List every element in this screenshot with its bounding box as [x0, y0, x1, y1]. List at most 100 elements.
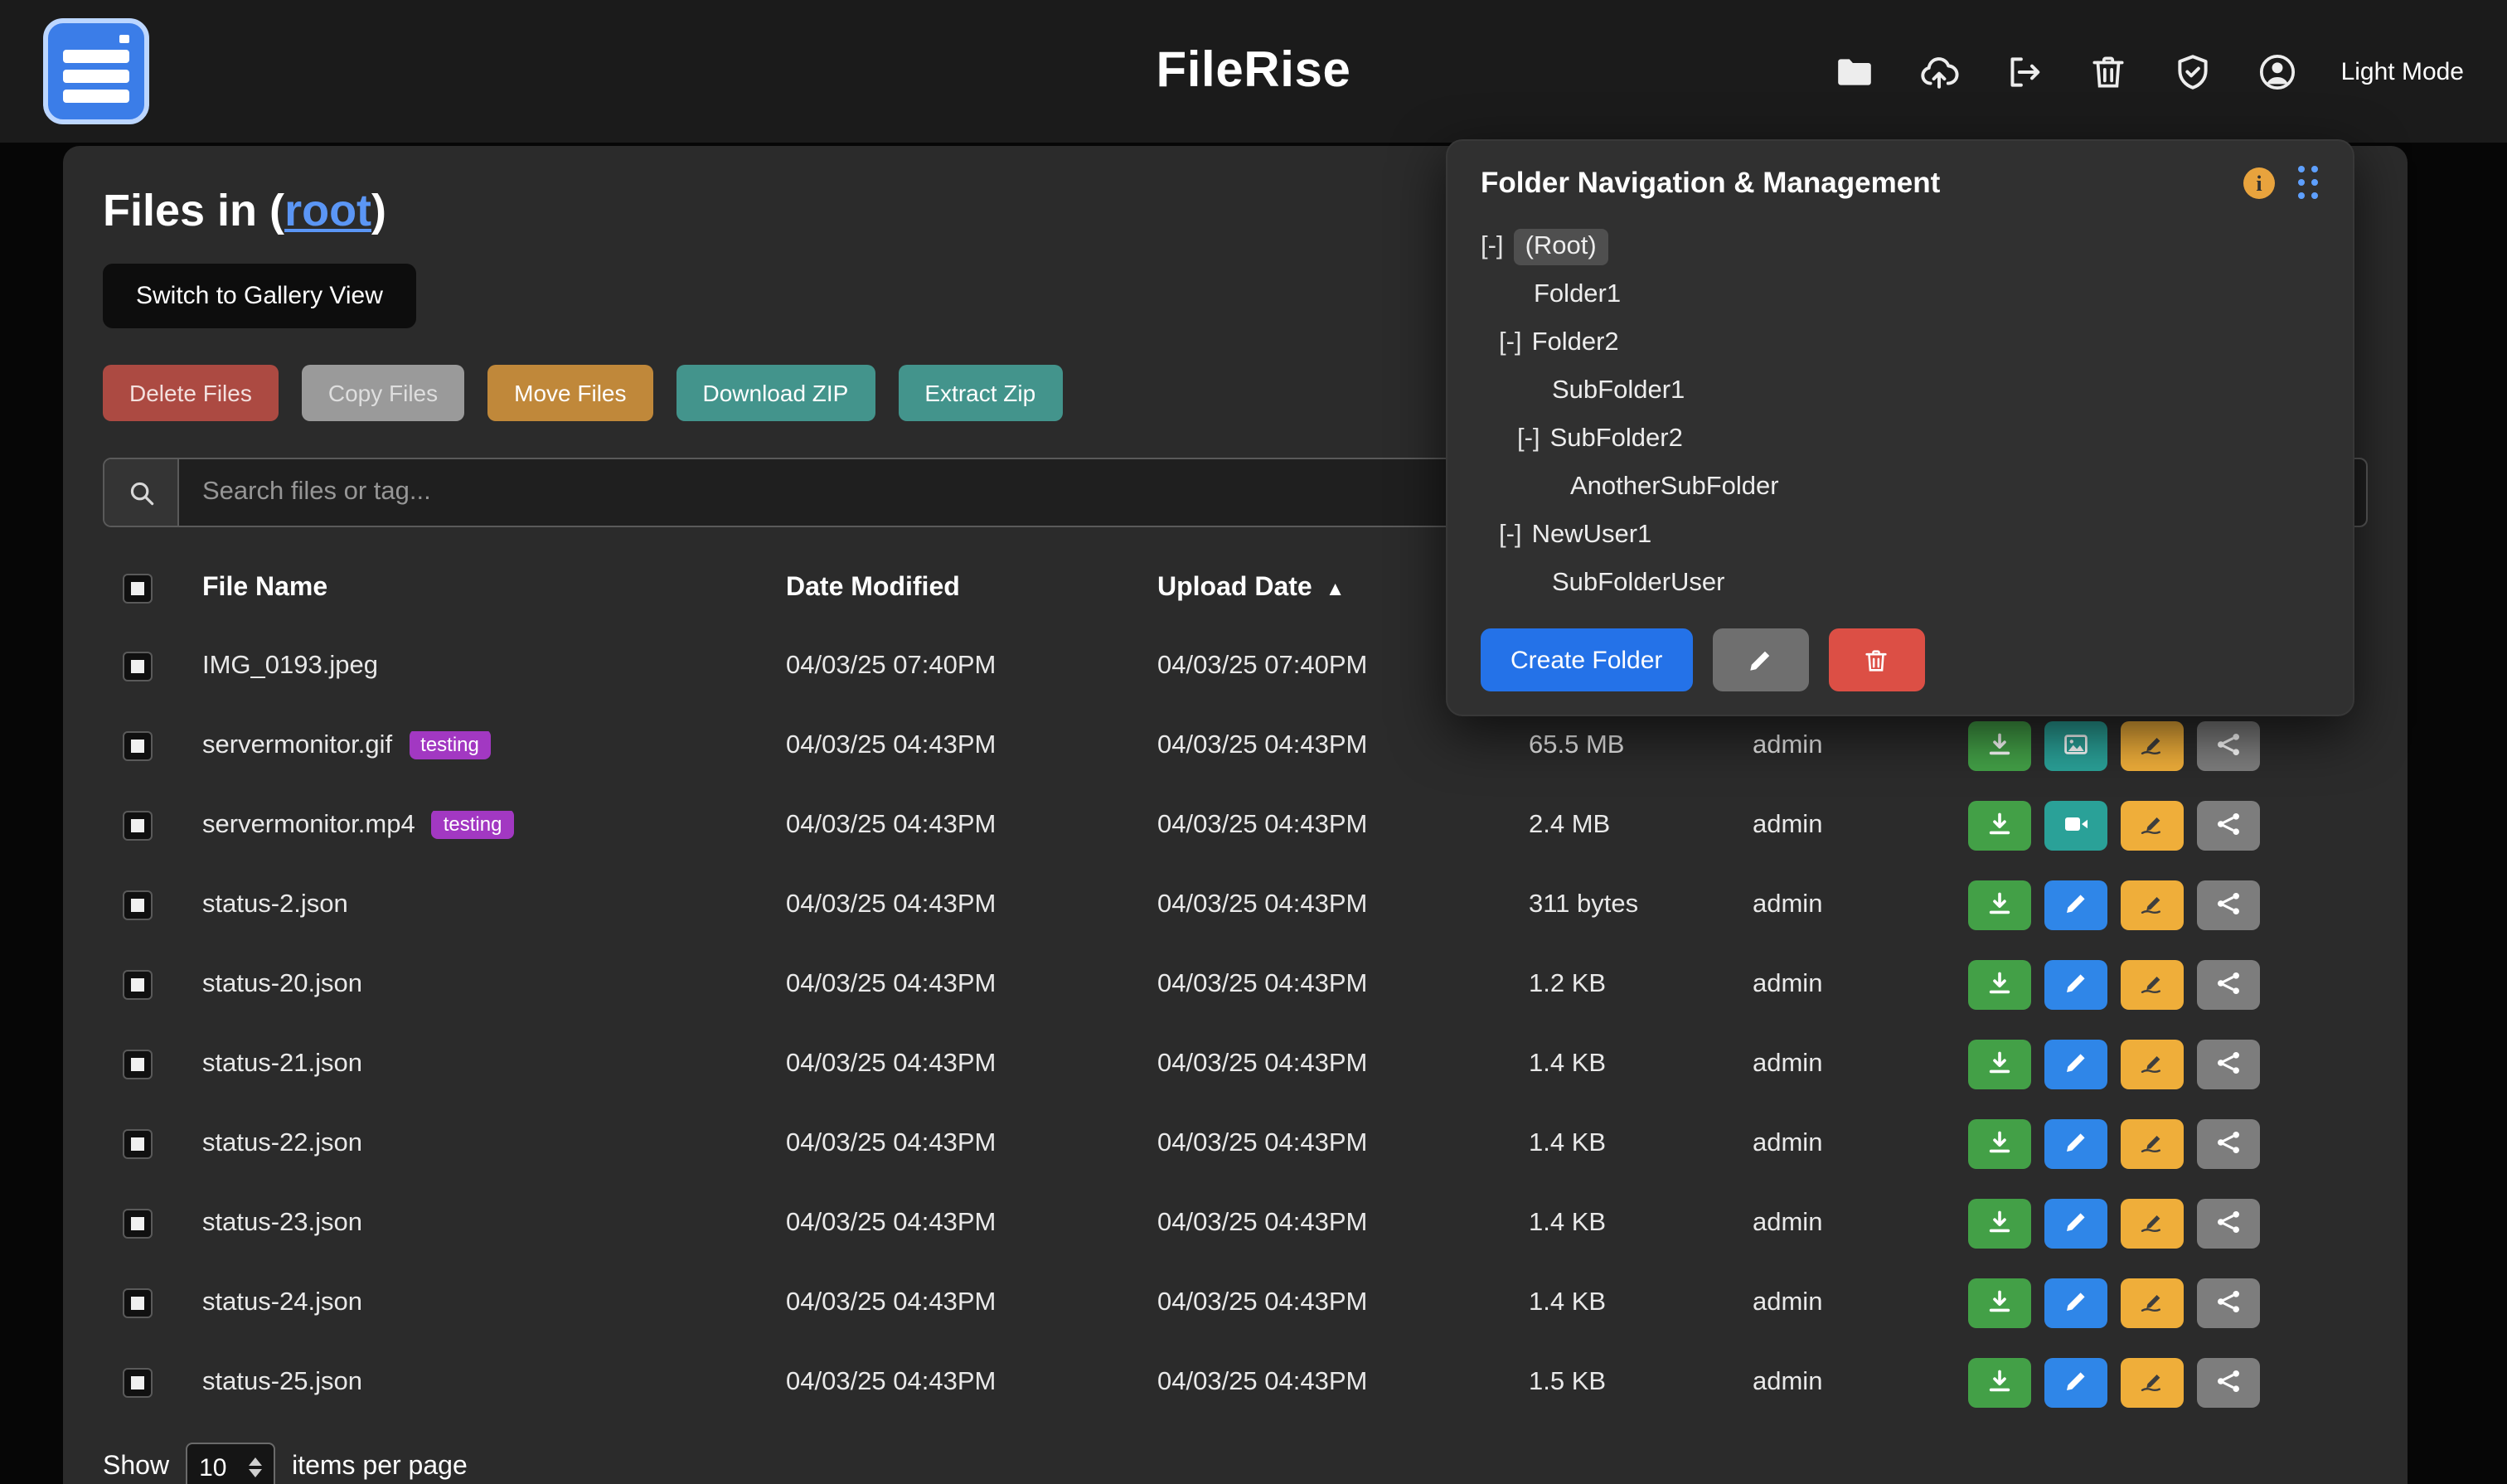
select-all-checkbox[interactable]: [123, 574, 153, 604]
share-button[interactable]: [2197, 880, 2260, 930]
row-checkbox[interactable]: [123, 1050, 153, 1079]
folder-tree-item[interactable]: [-] (Root): [1481, 222, 2320, 270]
edit-button[interactable]: [2044, 1278, 2107, 1328]
folder-tree-item[interactable]: Folder1: [1481, 270, 2320, 318]
folder-name[interactable]: SubFolder2: [1550, 424, 1683, 453]
edit-icon: [2063, 969, 2089, 1001]
folder-name[interactable]: (Root): [1514, 228, 1608, 264]
column-date-modified[interactable]: Date Modified: [786, 574, 1157, 604]
rename-button[interactable]: [2121, 1358, 2184, 1408]
file-name: servermonitor.mp4: [202, 811, 415, 839]
row-checkbox[interactable]: [123, 1129, 153, 1159]
share-button[interactable]: [2197, 1278, 2260, 1328]
file-name: status-20.json: [202, 970, 362, 998]
copy-files-button[interactable]: Copy Files: [302, 365, 464, 421]
folder-name[interactable]: AnotherSubFolder: [1570, 472, 1779, 502]
download-button[interactable]: [1968, 1040, 2031, 1089]
download-button[interactable]: [1968, 960, 2031, 1010]
share-button[interactable]: [2197, 1199, 2260, 1249]
folder-button[interactable]: [1834, 51, 1875, 92]
folder-name[interactable]: Folder2: [1532, 327, 1619, 357]
column-file-name[interactable]: File Name: [202, 574, 786, 604]
share-button[interactable]: [2197, 1119, 2260, 1169]
rename-button[interactable]: [2121, 1278, 2184, 1328]
share-button[interactable]: [2197, 960, 2260, 1010]
folder-tree-item[interactable]: AnotherSubFolder: [1481, 463, 2320, 511]
delete-folder-button[interactable]: [1828, 628, 1924, 691]
edit-button[interactable]: [2044, 880, 2107, 930]
folder-name[interactable]: NewUser1: [1532, 520, 1652, 550]
share-button[interactable]: [2197, 1358, 2260, 1408]
edit-icon: [2063, 1288, 2089, 1319]
download-button[interactable]: [1968, 721, 2031, 771]
download-button[interactable]: [1968, 1358, 2031, 1408]
sign-out-button[interactable]: [2003, 51, 2044, 92]
trash-button[interactable]: [2088, 51, 2129, 92]
table-row: status-20.json04/03/25 04:43PM04/03/25 0…: [103, 945, 2368, 1025]
edit-button[interactable]: [2044, 1119, 2107, 1169]
row-checkbox[interactable]: [123, 970, 153, 1000]
cloud-upload-button[interactable]: [1918, 51, 1960, 92]
row-checkbox[interactable]: [123, 1288, 153, 1318]
download-button[interactable]: [1968, 1199, 2031, 1249]
rename-button[interactable]: [2121, 880, 2184, 930]
row-checkbox[interactable]: [123, 811, 153, 841]
preview-image-button[interactable]: [2044, 721, 2107, 771]
row-checkbox[interactable]: [123, 1209, 153, 1239]
rename-folder-button[interactable]: [1712, 628, 1808, 691]
drag-handle-icon[interactable]: [2298, 166, 2320, 201]
folder-tree-item[interactable]: SubFolderUser: [1481, 559, 2320, 607]
share-button[interactable]: [2197, 721, 2260, 771]
folder-tree-item[interactable]: SubFolder1: [1481, 366, 2320, 415]
root-folder-link[interactable]: root: [284, 186, 371, 235]
folder-tree-item[interactable]: [-] NewUser1: [1481, 511, 2320, 559]
folder-name[interactable]: Folder1: [1534, 279, 1621, 309]
download-button[interactable]: [1968, 1119, 2031, 1169]
tree-expander[interactable]: [-]: [1499, 327, 1522, 357]
tree-expander[interactable]: [-]: [1481, 231, 1504, 261]
edit-button[interactable]: [2044, 1199, 2107, 1249]
rename-button[interactable]: [2121, 960, 2184, 1010]
row-checkbox[interactable]: [123, 890, 153, 920]
theme-toggle[interactable]: Light Mode: [2341, 57, 2464, 85]
search-icon[interactable]: [104, 459, 179, 526]
rename-button[interactable]: [2121, 721, 2184, 771]
row-checkbox[interactable]: [123, 1368, 153, 1398]
user-button[interactable]: [2257, 51, 2298, 92]
folder-name[interactable]: SubFolder1: [1552, 376, 1685, 405]
delete-files-button[interactable]: Delete Files: [103, 365, 279, 421]
items-per-page-select[interactable]: 10: [186, 1443, 275, 1484]
share-button[interactable]: [2197, 801, 2260, 851]
rename-button[interactable]: [2121, 1119, 2184, 1169]
create-folder-button[interactable]: Create Folder: [1481, 628, 1692, 691]
download-button[interactable]: [1968, 880, 2031, 930]
rename-button[interactable]: [2121, 1199, 2184, 1249]
share-button[interactable]: [2197, 1040, 2260, 1089]
edit-button[interactable]: [2044, 1358, 2107, 1408]
gallery-view-button[interactable]: Switch to Gallery View: [103, 264, 416, 328]
row-checkbox[interactable]: [123, 652, 153, 681]
rename-button[interactable]: [2121, 801, 2184, 851]
move-files-button[interactable]: Move Files: [487, 365, 652, 421]
download-zip-button[interactable]: Download ZIP: [676, 365, 875, 421]
folder-name[interactable]: SubFolderUser: [1552, 568, 1725, 598]
edit-button[interactable]: [2044, 960, 2107, 1010]
uploader: admin: [1753, 890, 1968, 920]
folder-tree-item[interactable]: [-] Folder2: [1481, 318, 2320, 366]
tree-expander[interactable]: [-]: [1499, 520, 1522, 550]
edit-button[interactable]: [2044, 1040, 2107, 1089]
upload-date: 04/03/25 04:43PM: [1157, 970, 1529, 1000]
download-button[interactable]: [1968, 801, 2031, 851]
tree-expander[interactable]: [-]: [1517, 424, 1540, 453]
info-icon[interactable]: i: [2243, 167, 2275, 199]
folder-tree-item[interactable]: [-] SubFolder2: [1481, 415, 2320, 463]
file-size: 1.4 KB: [1529, 1050, 1753, 1079]
preview-video-button[interactable]: [2044, 801, 2107, 851]
rename-button[interactable]: [2121, 1040, 2184, 1089]
download-button[interactable]: [1968, 1278, 2031, 1328]
shield-check-button[interactable]: [2172, 51, 2214, 92]
uploader: admin: [1753, 970, 1968, 1000]
extract-zip-button[interactable]: Extract Zip: [898, 365, 1062, 421]
download-icon: [1986, 730, 2013, 762]
row-checkbox[interactable]: [123, 731, 153, 761]
